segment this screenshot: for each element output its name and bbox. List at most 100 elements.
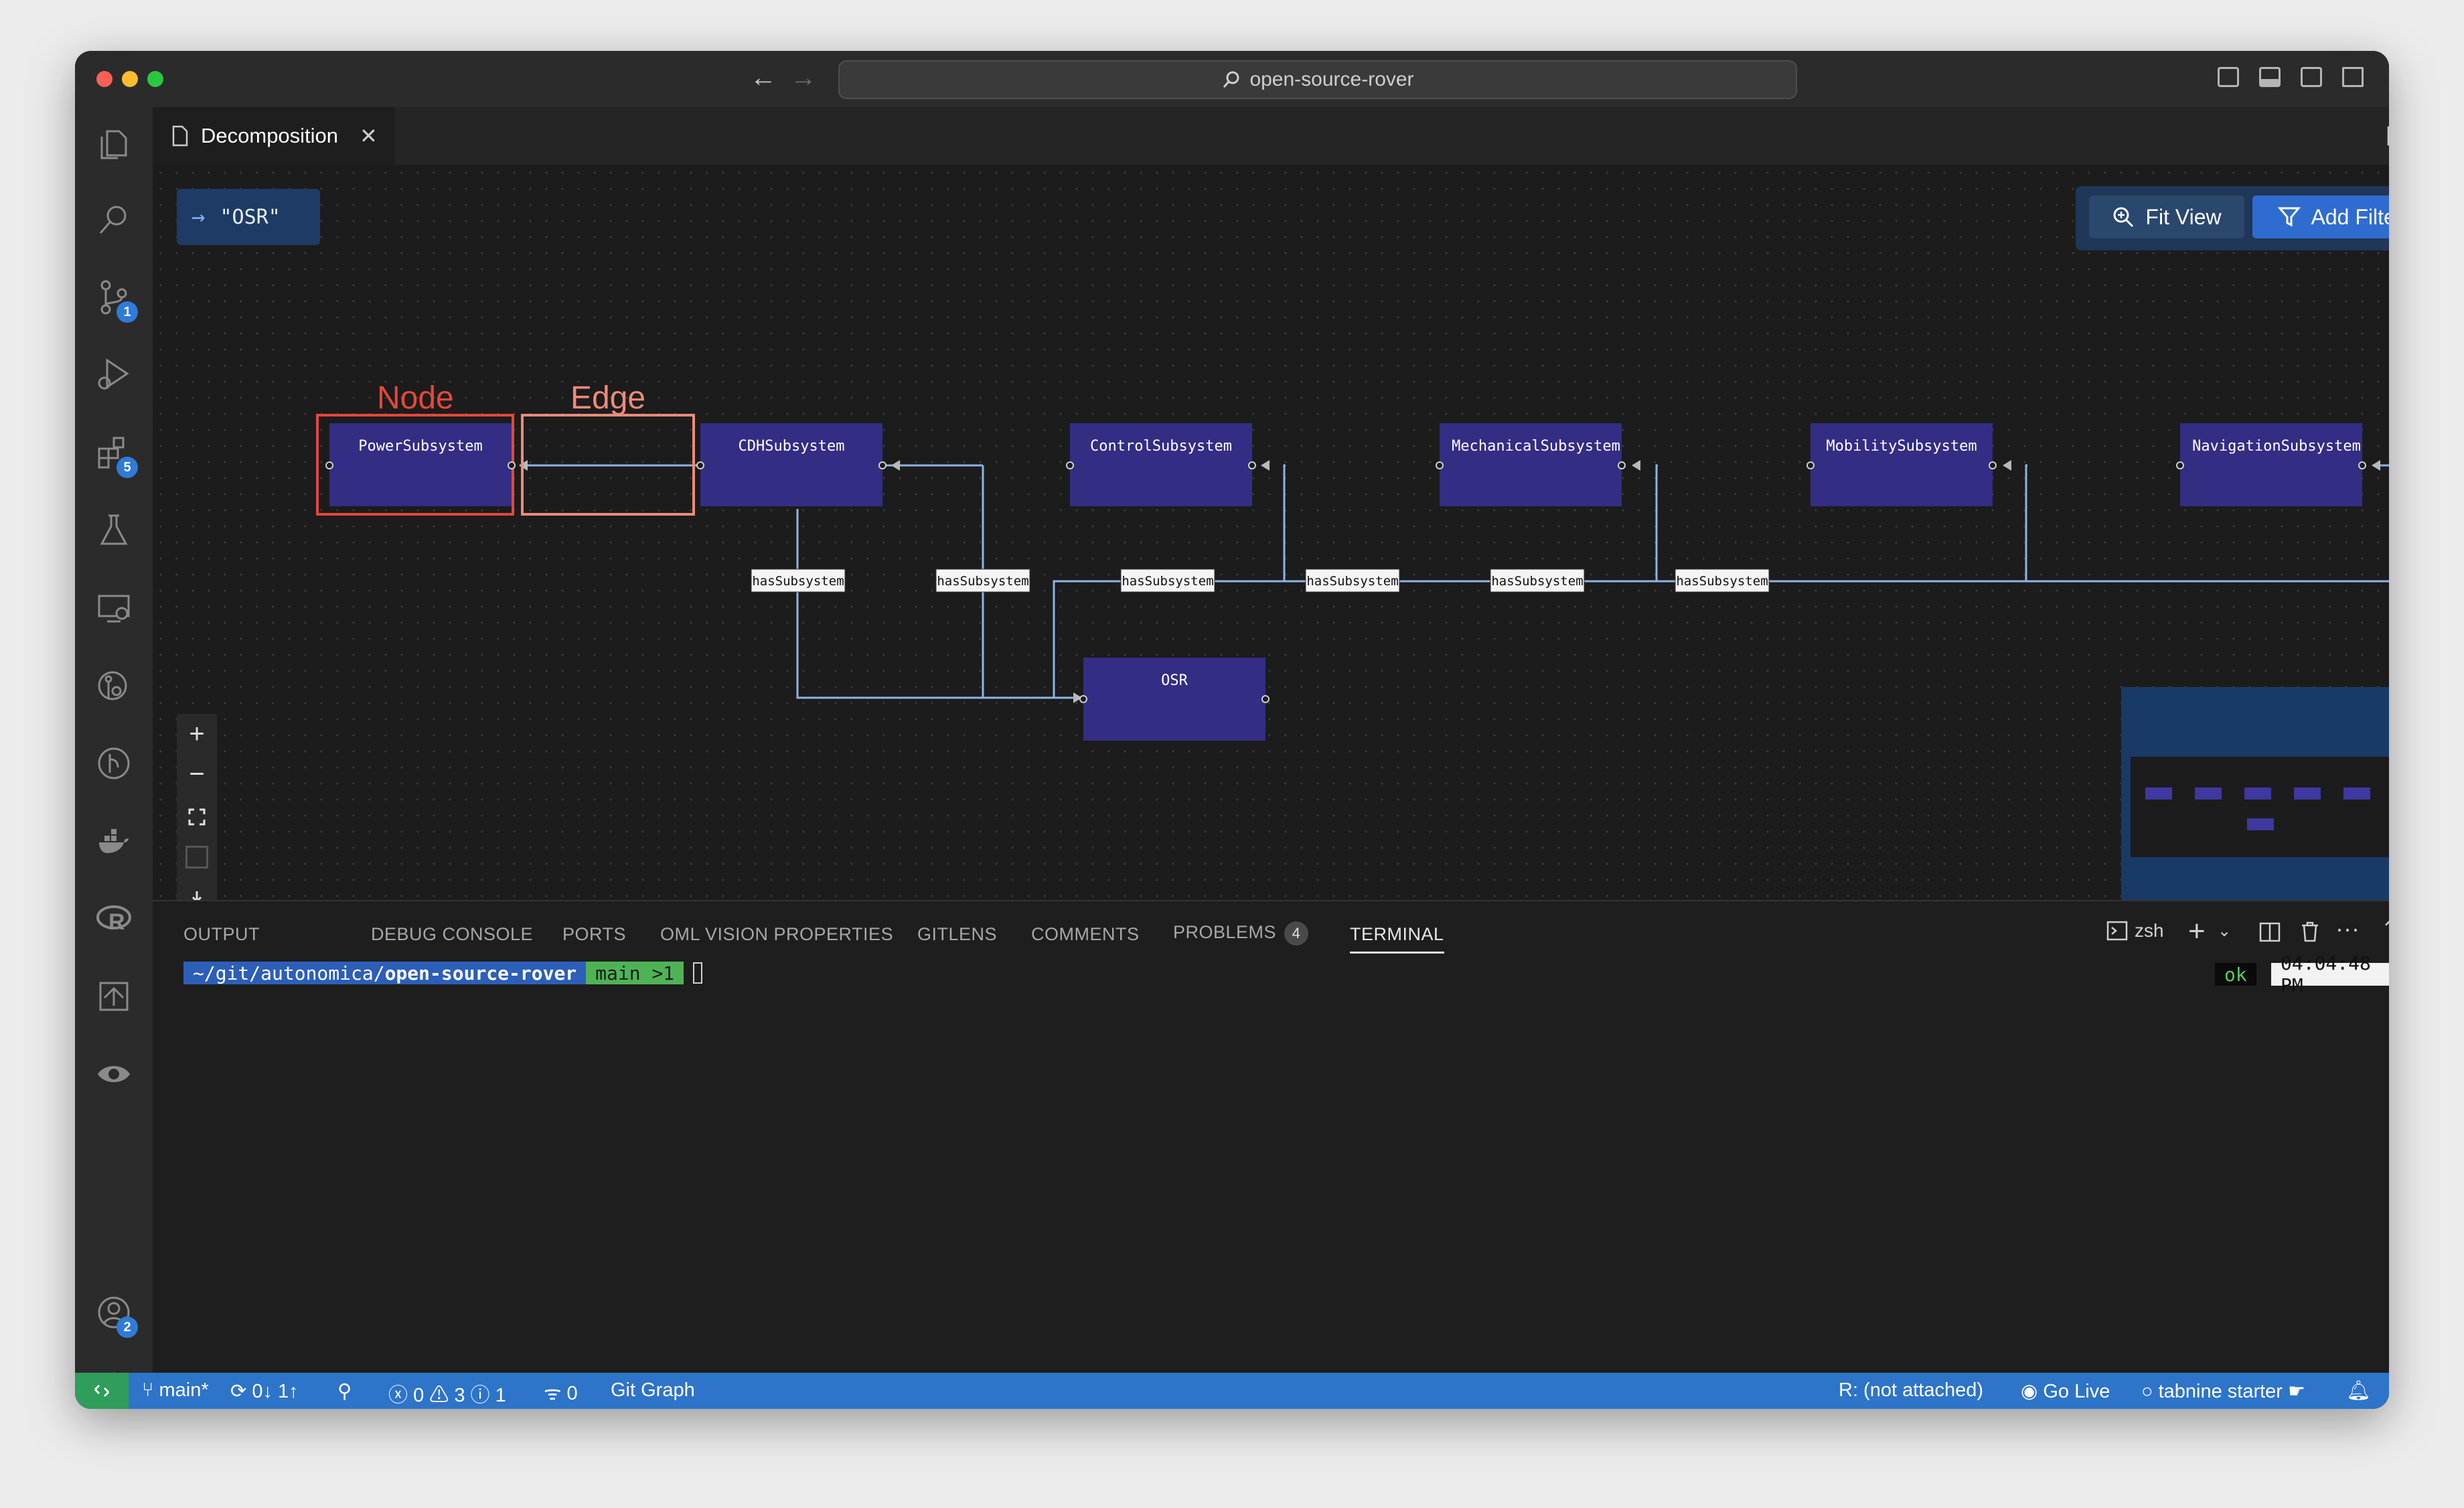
customize-layout-icon[interactable] [2342,67,2364,87]
edge-label-mechanical[interactable]: hasSubsystem [1305,569,1400,593]
edge-control[interactable] [1283,464,1286,581]
node-power[interactable]: PowerSubsystem [329,423,512,506]
oml-vision-eye-icon[interactable] [95,1055,133,1093]
square-icon [185,846,208,869]
node-cdh[interactable]: CDHSubsystem [700,423,882,506]
download-button[interactable] [177,879,217,900]
panel-tab-problems[interactable]: PROBLEMS 4 [1173,921,1309,946]
edge-label-text: hasSubsystem [1676,574,1768,589]
problems-count-badge: 4 [1284,921,1309,946]
terminal-prompt[interactable]: ~/git/autonomica/open-source-rover main … [183,962,703,984]
git-graph-button[interactable]: Git Graph [611,1379,695,1402]
sync-status[interactable]: ⟳ 0↓ 1↑ [230,1379,299,1403]
git-graph-icon[interactable] [95,745,133,782]
edge-label-power[interactable]: hasSubsystem [935,569,1030,593]
remote-explorer-icon[interactable] [95,589,133,627]
ports-status[interactable]: ᯤ 0 [544,1379,578,1406]
branch-name: main* [159,1379,209,1401]
hand-icon: ☛ [2282,1381,2306,1402]
zoom-out-button[interactable]: − [177,754,217,794]
remote-icon [94,1384,110,1398]
more-actions-icon[interactable]: ··· [2335,915,2360,943]
panel-tab-oml-vision-properties[interactable]: OML VISION PROPERTIES [660,924,893,945]
git-fetch-icon[interactable]: ⚲ [337,1379,352,1403]
panel-tab-debug-console[interactable]: DEBUG CONSOLE [371,924,533,945]
maximize-window-button[interactable] [147,71,163,87]
panel-tab-ports[interactable]: PORTS [562,924,626,945]
command-center-search[interactable]: open-source-rover [838,60,1797,99]
panel-tab-output[interactable]: OUTPUT [183,924,260,945]
edge-label-text: hasSubsystem [1306,574,1398,589]
node-mobility[interactable]: MobilitySubsystem [1811,423,1993,506]
terminal-cursor [693,962,703,984]
search-icon[interactable] [95,201,133,238]
testing-flask-icon[interactable] [95,512,133,549]
edge-label-text: hasSubsystem [937,574,1028,589]
edge-osr-cdh[interactable] [796,509,1076,699]
source-control-badge: 1 [117,301,138,323]
error-icon: ⓧ [388,1385,414,1406]
panel-tab-comments[interactable]: COMMENTS [1031,924,1140,945]
download-icon [191,891,202,900]
zoom-in-button[interactable]: + [177,714,217,754]
explorer-icon[interactable] [95,126,133,163]
close-window-button[interactable] [96,71,112,87]
prompt-branch: main >1 [586,962,684,984]
new-terminal-shell[interactable]: zsh [2106,920,2164,941]
run-debug-icon[interactable] [95,355,133,392]
tabnine-icon: ○ [2141,1381,2159,1402]
minimap[interactable] [2121,687,2389,900]
activity-bar: 1 5 R 2 [75,107,153,1409]
edge-label-cdh[interactable]: hasSubsystem [751,569,846,593]
split-editor-icon[interactable] [2386,125,2389,147]
branch-status[interactable]: ⑂ main* [142,1379,209,1402]
back-arrow-icon[interactable]: ← [750,63,777,93]
add-terminal-icon[interactable]: + [2188,915,2206,948]
close-icon[interactable]: ✕ [360,123,378,149]
fullscreen-icon [188,808,206,826]
edge-label-navigation[interactable]: hasSubsystem [1675,569,1770,593]
panel-tab-terminal[interactable]: TERMINAL [1350,924,1444,954]
node-navigation[interactable]: NavigationSubsystem [2180,423,2362,506]
tab-decomposition[interactable]: Decomposition ✕ [153,107,395,165]
chevron-down-icon[interactable]: ⌄ [2218,921,2231,941]
notifications-bell-icon[interactable]: 🔔︎ [2346,1379,2371,1402]
minimize-window-button[interactable] [122,71,138,87]
decomposition-canvas[interactable]: → "OSR" Fit View Add Filter [153,165,2389,900]
toggle-interactivity-button[interactable] [177,837,217,877]
edge-label-control[interactable]: hasSubsystem [1120,569,1215,593]
toggle-panel-icon[interactable] [2259,67,2281,87]
svg-text:R: R [108,909,125,935]
edge-mechanical[interactable] [1655,464,1658,581]
gitlens-icon[interactable] [95,667,133,704]
problems-label: PROBLEMS [1173,922,1277,943]
trash-icon[interactable] [2299,920,2321,943]
panel-tab-gitlens[interactable]: GITLENS [917,924,997,945]
decomposition-graph: Node Edge PowerSubsystem CDHSubsystem Co… [316,380,2389,741]
accounts-badge: 2 [117,1316,138,1338]
edge-label-text: hasSubsystem [1491,574,1583,589]
maximize-panel-icon[interactable]: ⌃ [2381,917,2389,941]
go-live-button[interactable]: ◉ Go Live [2021,1379,2110,1403]
edge-label-mobility[interactable]: hasSubsystem [1490,569,1585,593]
remote-indicator[interactable] [75,1373,129,1409]
toggle-primary-sidebar-icon[interactable] [2218,67,2239,87]
extensions-badge: 5 [117,457,138,478]
docker-icon[interactable] [95,822,133,860]
node-mechanical[interactable]: MechanicalSubsystem [1440,423,1622,506]
node-osr[interactable]: OSR [1083,658,1265,741]
node-label: CDHSubsystem [739,438,845,455]
edge-mobility[interactable] [2025,464,2027,581]
node-annotation-label: Node [377,380,454,416]
live-share-icon[interactable] [95,978,133,1015]
r-session-status[interactable]: R: (not attached) [1839,1379,1983,1402]
problems-status[interactable]: ⓧ 0 ⚠ 3 ⓘ 1 [388,1379,506,1408]
forward-arrow-icon[interactable]: → [790,63,817,93]
split-terminal-icon[interactable] [2259,921,2281,943]
node-control[interactable]: ControlSubsystem [1070,423,1252,506]
fit-screen-button[interactable] [177,797,217,837]
prompt-path-repo: open-source-rover [384,962,577,984]
toggle-secondary-sidebar-icon[interactable] [2301,67,2322,87]
r-language-icon[interactable]: R [95,900,133,937]
tabnine-status[interactable]: ○ tabnine starter ☛ [2141,1379,2305,1403]
